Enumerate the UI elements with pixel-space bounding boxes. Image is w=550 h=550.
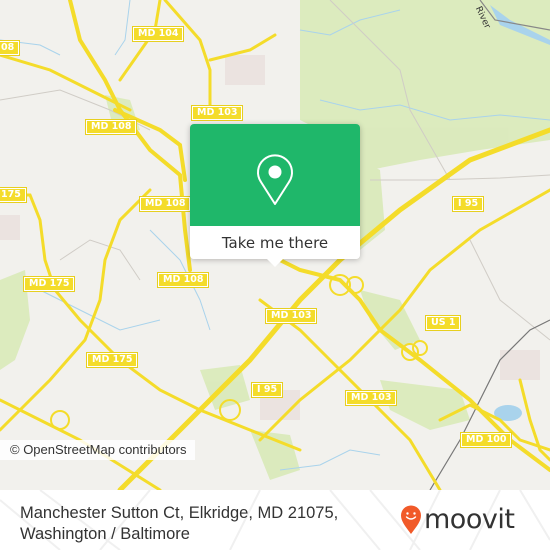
minor-road — [370, 174, 550, 181]
minor-road — [59, 239, 141, 281]
road-label: US 1 — [424, 315, 462, 331]
moovit-pin-icon — [401, 505, 421, 534]
footer: Manchester Sutton Ct, Elkridge, MD 21075… — [0, 490, 550, 550]
road-md108-west — [0, 53, 132, 112]
road-label: MD 103 — [264, 308, 318, 324]
map-attribution[interactable]: © OpenStreetMap contributors — [0, 440, 195, 460]
road-label: MD 175 — [85, 352, 139, 368]
road-md103-north — [163, 0, 212, 112]
road-label: MD 108 — [156, 272, 210, 288]
interchange-loop — [412, 340, 428, 356]
minor-road — [469, 239, 550, 341]
road-label: MD 175 — [22, 276, 76, 292]
popup-pointer — [267, 259, 283, 267]
address-line-2: Washington / Baltimore — [20, 525, 190, 543]
road-label: 08 — [0, 40, 21, 56]
road-label: MD 104 — [131, 26, 185, 42]
road-label: MD 100 — [459, 432, 513, 448]
urban-area — [0, 215, 20, 240]
interchange-loop — [50, 410, 70, 430]
road-label: MD 108 — [138, 196, 192, 212]
destination-popup: Take me there — [190, 124, 360, 267]
road-label: MD 103 — [190, 105, 244, 121]
map[interactable]: MD 104 08 MD 103 MD 108 175 MD 108 MD 10… — [0, 0, 550, 490]
road-label: I 95 — [250, 382, 284, 398]
map-pin-icon — [257, 154, 293, 205]
road-label: 175 — [0, 187, 27, 203]
park-area — [250, 430, 300, 480]
stream — [114, 0, 131, 56]
address-line-1: Manchester Sutton Ct, Elkridge, MD 21075… — [20, 504, 339, 522]
road-label: MD 108 — [84, 119, 138, 135]
road-label: I 95 — [451, 196, 485, 212]
moovit-logo-text: moovit — [424, 504, 515, 535]
road-label: MD 103 — [344, 390, 398, 406]
moovit-logo[interactable]: moovit — [400, 504, 515, 535]
address: Manchester Sutton Ct, Elkridge, MD 21075… — [20, 503, 338, 545]
urban-area — [225, 55, 265, 85]
take-me-there-button[interactable]: Take me there — [190, 226, 360, 259]
popup-header — [190, 124, 360, 226]
